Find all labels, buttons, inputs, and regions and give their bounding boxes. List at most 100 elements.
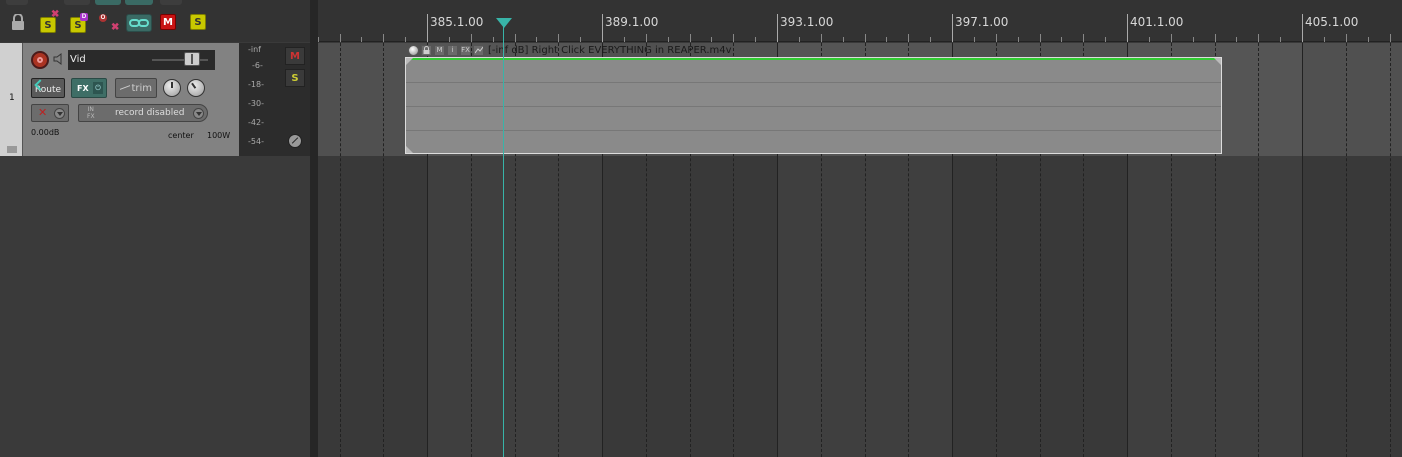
item-envelope-icon[interactable] xyxy=(473,44,484,56)
ruler-minor-tick xyxy=(1105,37,1106,42)
panel-divider[interactable] xyxy=(310,0,318,457)
meter-scale-label: -30- xyxy=(248,99,264,108)
timeline-ruler[interactable]: 385.1.00 389.1.00 393.1.00 397.1.00 401.… xyxy=(318,0,1402,42)
route-button[interactable]: Route xyxy=(31,78,65,98)
media-item-header[interactable]: M i FX [-inf dB] Right Click EVERYTHING … xyxy=(408,43,732,57)
fade-out-handle[interactable] xyxy=(1214,58,1221,65)
ruler-minor-tick xyxy=(1368,37,1369,42)
ruler-minor-tick xyxy=(340,34,341,42)
phase-invert-icon[interactable] xyxy=(288,134,302,148)
playhead-cursor[interactable] xyxy=(503,19,504,457)
track-name-label: Vid xyxy=(70,54,86,65)
solo-button[interactable]: S xyxy=(285,69,305,87)
ruler-minor-tick xyxy=(974,37,975,42)
meter-scale-label: -inf xyxy=(248,45,261,54)
playhead-marker-icon[interactable] xyxy=(496,18,512,28)
grid-line xyxy=(383,43,384,457)
volume-knob[interactable] xyxy=(163,79,181,97)
ruler-major-tick xyxy=(952,14,953,42)
ruler-minor-tick xyxy=(996,34,997,42)
clear-x-icon: ✖ xyxy=(111,22,120,33)
meter-scale-label: -54- xyxy=(248,137,264,146)
media-item-title: [-inf dB] Right Click EVERYTHING in REAP… xyxy=(488,44,732,56)
chevron-down-icon xyxy=(193,108,204,119)
link-toggle-button[interactable] xyxy=(126,14,152,32)
toolbar-top-button[interactable] xyxy=(160,0,182,5)
toolbar-top-button[interactable] xyxy=(64,0,90,5)
ruler-minor-tick xyxy=(908,34,909,42)
ruler-label: 393.1.00 xyxy=(780,15,834,29)
ruler-minor-tick xyxy=(1193,37,1194,42)
mute-all-button[interactable]: M xyxy=(160,14,176,30)
meter-scale-label: -42- xyxy=(248,118,264,127)
automation-mode-button[interactable]: trim xyxy=(115,78,157,98)
mute-button[interactable]: M xyxy=(285,47,305,65)
ruler-minor-tick xyxy=(1018,37,1019,42)
ruler-minor-tick xyxy=(318,37,319,42)
ruler-minor-tick xyxy=(405,37,406,42)
meter-scale-label: -18- xyxy=(248,80,264,89)
track-panel-toolbar: S ✖ S D O ✖ M S xyxy=(0,0,318,42)
toolbar-top-button[interactable] xyxy=(125,0,153,5)
volume-slider-handle[interactable] xyxy=(184,52,200,66)
pan-readout: center xyxy=(168,131,194,140)
ruler-minor-tick xyxy=(580,37,581,42)
media-item-lane-line xyxy=(406,130,1221,131)
ruler-minor-tick xyxy=(1258,34,1259,42)
ruler-major-tick xyxy=(427,14,428,42)
record-mode-select[interactable]: IN FX record disabled xyxy=(78,104,208,122)
grid-line xyxy=(1302,43,1303,457)
input-fx-icon[interactable]: IN FX xyxy=(87,106,95,120)
ruler-minor-tick xyxy=(449,37,450,42)
fx-bypass-icon[interactable]: ⏻ xyxy=(93,82,103,94)
ruler-label: 401.1.00 xyxy=(1130,15,1184,29)
width-readout: 100W xyxy=(207,131,231,140)
fade-in-bottom-handle[interactable] xyxy=(406,146,413,153)
item-mute-icon[interactable]: M xyxy=(434,44,445,56)
item-lock-icon[interactable] xyxy=(421,44,432,56)
ruler-minor-tick xyxy=(755,37,756,42)
input-in-label: IN xyxy=(87,106,94,113)
ruler-minor-tick xyxy=(1324,37,1325,42)
trim-label: trim xyxy=(131,82,152,94)
record-mode-label: record disabled xyxy=(115,108,185,118)
ruler-minor-tick xyxy=(733,34,734,42)
input-select[interactable]: ✕ xyxy=(31,104,69,122)
ruler-label: 385.1.00 xyxy=(430,15,484,29)
take-properties-icon[interactable] xyxy=(408,44,419,56)
envelope-icon[interactable] xyxy=(7,146,17,153)
arrange-view[interactable]: 385.1.00 389.1.00 393.1.00 397.1.00 401.… xyxy=(318,0,1402,457)
media-item-top-line xyxy=(406,58,1221,60)
track-number: 1 xyxy=(9,93,15,103)
clear-x-icon: ✖ xyxy=(51,9,60,20)
badge-o: O xyxy=(99,14,107,22)
toolbar-top-button[interactable] xyxy=(95,0,121,5)
ruler-label: 389.1.00 xyxy=(605,15,659,29)
lock-icon[interactable] xyxy=(11,14,25,30)
ruler-minor-tick xyxy=(1346,34,1347,42)
item-fx-icon[interactable]: FX xyxy=(460,44,471,56)
ruler-minor-tick xyxy=(886,37,887,42)
fx-button[interactable]: FX ⏻ xyxy=(71,78,107,98)
record-arm-button[interactable] xyxy=(31,51,49,69)
item-info-icon[interactable]: i xyxy=(447,44,458,56)
ruler-minor-tick xyxy=(1171,34,1172,42)
ruler-label: 397.1.00 xyxy=(955,15,1009,29)
pan-knob[interactable] xyxy=(187,79,205,97)
toolbar-top-button[interactable] xyxy=(6,0,28,5)
chevron-down-icon xyxy=(54,108,65,119)
meter-scale-label: -6- xyxy=(252,61,263,70)
ruler-minor-tick xyxy=(558,34,559,42)
ruler-minor-tick xyxy=(1083,34,1084,42)
ruler-minor-tick xyxy=(1040,34,1041,42)
ruler-minor-tick xyxy=(1061,37,1062,42)
grid-line xyxy=(1346,43,1347,457)
ruler-minor-tick xyxy=(1280,37,1281,42)
ruler-minor-tick xyxy=(930,37,931,42)
media-item-lane-line xyxy=(406,106,1221,107)
ruler-minor-tick xyxy=(515,34,516,42)
fade-in-handle[interactable] xyxy=(406,58,413,65)
media-item[interactable] xyxy=(405,57,1222,154)
solo-clear-button[interactable]: S xyxy=(190,14,206,30)
speaker-icon[interactable] xyxy=(53,53,65,65)
